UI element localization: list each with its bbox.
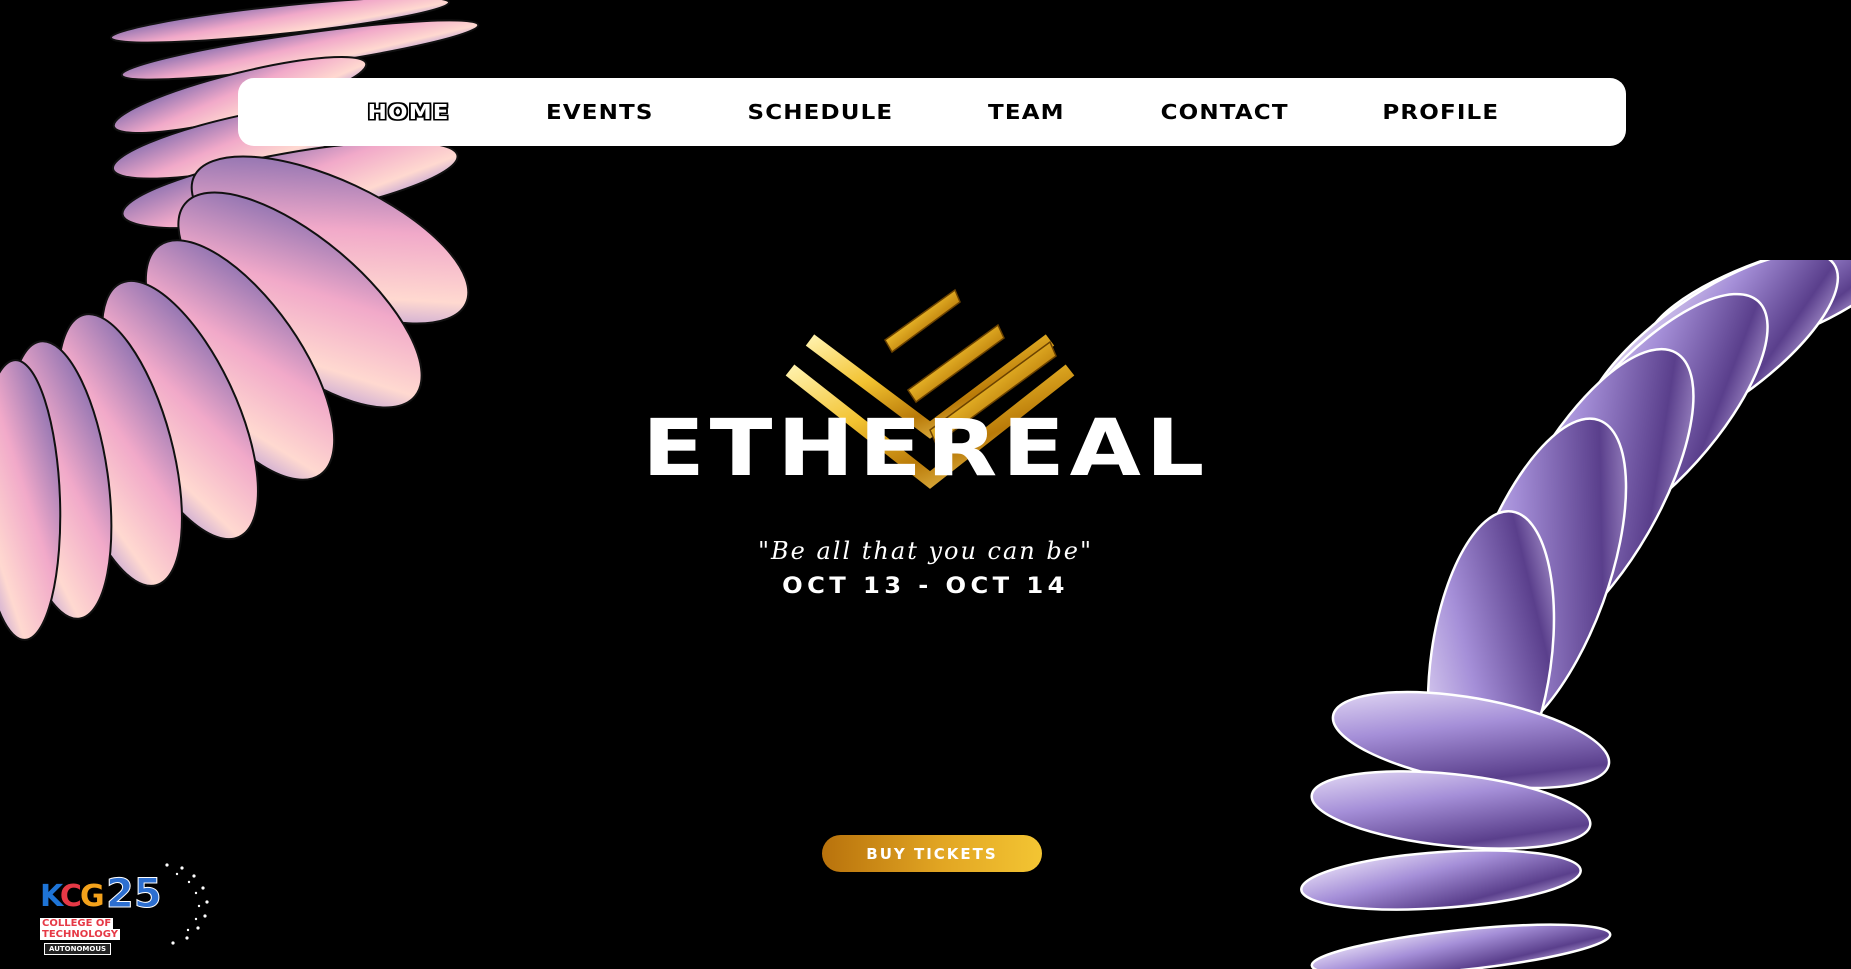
main-nav: HOME EVENTS SCHEDULE TEAM CONTACT PROFIL…: [238, 78, 1626, 146]
nav-schedule-link[interactable]: SCHEDULE: [747, 100, 893, 124]
nav-profile-link[interactable]: PROFILE: [1382, 100, 1499, 124]
buy-tickets-button[interactable]: BUY TICKETS: [822, 835, 1042, 872]
nav-events-link[interactable]: EVENTS: [546, 100, 654, 124]
logo-kcg-text: KCG: [40, 879, 105, 914]
event-dates: OCT 13 - OCT 14: [782, 574, 1069, 599]
kcg-college-logo: KCG 25 COLLEGE OF TECHNOLOGY AUTONOMOUS: [30, 860, 209, 960]
logo-25-number: 25: [106, 871, 163, 917]
right-ribbon-decoration: [1300, 260, 1851, 969]
nav-contact-link[interactable]: CONTACT: [1161, 100, 1289, 124]
nav-team-link[interactable]: TEAM: [988, 100, 1065, 124]
logo-autonomous-badge: AUTONOMOUS: [44, 943, 112, 955]
logo-line-technology: TECHNOLOGY: [40, 929, 120, 940]
logo-line-college: COLLEGE OF: [40, 918, 114, 929]
hero-tagline: "Be all that you can be": [757, 537, 1093, 565]
nav-home-link[interactable]: HOME: [367, 100, 449, 124]
hero-title: ETHEREAL: [642, 404, 1209, 494]
